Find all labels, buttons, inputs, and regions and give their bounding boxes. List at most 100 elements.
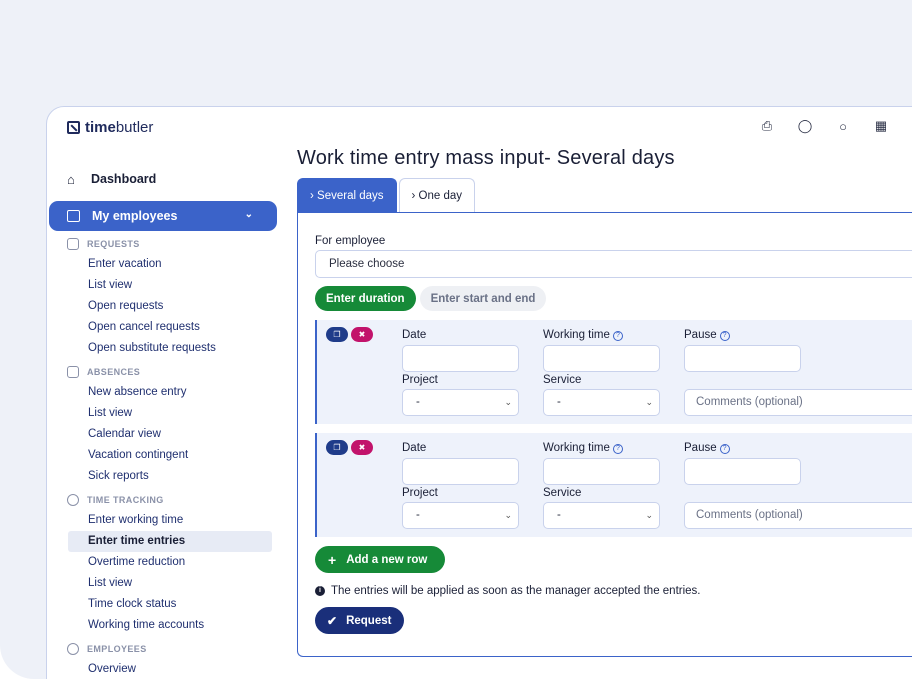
tab-several-days[interactable]: › Several days — [297, 178, 397, 212]
trash-icon[interactable]: ✖ — [351, 440, 373, 455]
project-select[interactable]: - ⌄ — [402, 502, 519, 529]
sidebar-item-working-time-accounts[interactable]: Working time accounts — [47, 615, 283, 636]
entry-row: ❐ ✖ Date Working time? Pause? Project Se… — [315, 320, 912, 424]
sidebar-item-open-substitute-requests[interactable]: Open substitute requests — [47, 338, 283, 359]
help-icon[interactable]: ? — [612, 444, 623, 454]
pause-label-text: Pause — [684, 329, 717, 341]
comments-input[interactable]: Comments (optional) — [684, 389, 912, 416]
date-label: Date — [402, 442, 427, 454]
sidebar-item-sick-reports[interactable]: Sick reports — [47, 466, 283, 487]
help-icon[interactable]: ? — [719, 444, 730, 454]
sidebar-item-overtime-reduction[interactable]: Overtime reduction — [47, 552, 283, 573]
info-text: The entries will be applied as soon as t… — [331, 585, 701, 597]
service-label: Service — [543, 374, 582, 386]
row-actions: ❐ ✖ — [326, 327, 373, 342]
sidebar-item-list-view[interactable]: List view — [47, 403, 283, 424]
info-icon: i — [315, 586, 325, 596]
logo-icon — [67, 121, 80, 134]
sidebar-item-label: Dashboard — [91, 172, 157, 186]
service-select-value: - — [557, 396, 561, 408]
employees-icon — [67, 643, 79, 655]
entry-row: ❐ ✖ Date Working time? Pause? Project Se… — [315, 433, 912, 537]
app-window: time butler ⎙ ◯ ○ ▦ ⌂ Dashboard My employ… — [46, 106, 912, 679]
add-row-button[interactable]: + Add a new row — [315, 546, 445, 573]
help-icon[interactable]: ? — [612, 331, 623, 341]
sidebar-item-calendar-view[interactable]: Calendar view — [47, 424, 283, 445]
sidebar-item-new-absence-entry[interactable]: New absence entry — [47, 382, 283, 403]
employee-select[interactable]: Please choose — [315, 250, 912, 278]
section-requests: REQUESTS — [47, 234, 283, 254]
sidebar-item-open-requests[interactable]: Open requests — [47, 296, 283, 317]
sidebar-item-list-view[interactable]: List view — [47, 573, 283, 594]
logo-text: butler — [115, 119, 154, 136]
pause-label-text: Pause — [684, 442, 717, 454]
sidebar-item-enter-time-entries[interactable]: Enter time entries — [68, 531, 272, 552]
requests-icon — [67, 238, 79, 250]
mode-toggle: Enter duration Enter start and end — [315, 286, 912, 311]
enter-start-end-button[interactable]: Enter start and end — [419, 286, 547, 311]
project-label: Project — [402, 374, 438, 386]
sidebar-item-overview[interactable]: Overview — [47, 659, 283, 679]
chevron-down-icon: ⌄ — [645, 397, 653, 407]
working-time-label-text: Working time — [543, 329, 610, 341]
comments-input[interactable]: Comments (optional) — [684, 502, 912, 529]
service-select[interactable]: - ⌄ — [543, 502, 660, 529]
service-label: Service — [543, 487, 582, 499]
trash-icon[interactable]: ✖ — [351, 327, 373, 342]
project-select-value: - — [416, 509, 420, 521]
sidebar-item-list-view[interactable]: List view — [47, 275, 283, 296]
sidebar-item-label: My employees — [92, 209, 178, 223]
home-icon: ⌂ — [67, 171, 75, 187]
printer-icon[interactable]: ⎙ — [759, 117, 775, 135]
chevron-down-icon: ⌄ — [504, 510, 512, 520]
chevron-down-icon: ⌄ — [244, 209, 253, 220]
request-label: Request — [346, 614, 392, 627]
chevron-down-icon: ⌄ — [504, 397, 512, 407]
tab-one-day[interactable]: › One day — [398, 178, 476, 212]
copy-icon[interactable]: ❐ — [326, 440, 348, 455]
project-select[interactable]: - ⌄ — [402, 389, 519, 416]
entry-form: For employee Please choose Enter duratio… — [297, 212, 912, 657]
working-time-input[interactable] — [543, 345, 660, 372]
info-note: i The entries will be applied as soon as… — [315, 585, 912, 597]
top-toolbar: ⎙ ◯ ○ ▦ — [759, 117, 889, 135]
page-title: Work time entry mass input- Several days — [297, 147, 675, 169]
pause-input[interactable] — [684, 345, 801, 372]
bug-icon[interactable]: ◯ — [797, 117, 813, 135]
pause-input[interactable] — [684, 458, 801, 485]
request-button[interactable]: ✔ Request — [315, 607, 404, 634]
sidebar-item-dashboard[interactable]: ⌂ Dashboard — [47, 157, 283, 201]
copy-icon[interactable]: ❐ — [326, 327, 348, 342]
pause-label: Pause? — [684, 329, 730, 341]
section-title: REQUESTS — [87, 239, 140, 249]
date-label: Date — [402, 329, 427, 341]
calendar-icon[interactable]: ▦ — [873, 117, 889, 135]
absences-icon — [67, 366, 79, 378]
sidebar-item-open-cancel-requests[interactable]: Open cancel requests — [47, 317, 283, 338]
logo[interactable]: time butler — [67, 119, 153, 136]
project-select-value: - — [416, 396, 420, 408]
section-title: TIME TRACKING — [87, 495, 164, 505]
service-select-value: - — [557, 509, 561, 521]
working-time-input[interactable] — [543, 458, 660, 485]
service-select[interactable]: - ⌄ — [543, 389, 660, 416]
check-icon: ✔ — [327, 613, 338, 628]
help-icon[interactable]: ? — [719, 331, 730, 341]
sidebar: ⌂ Dashboard My employees ⌄ REQUESTS Ente… — [47, 157, 283, 679]
sidebar-item-vacation-contingent[interactable]: Vacation contingent — [47, 445, 283, 466]
globe-icon[interactable]: ○ — [835, 117, 851, 135]
sidebar-item-my-employees[interactable]: My employees ⌄ — [49, 201, 277, 231]
logo-text-bold: time — [85, 119, 116, 136]
date-input[interactable] — [402, 458, 519, 485]
date-input[interactable] — [402, 345, 519, 372]
working-time-label: Working time? — [543, 329, 623, 341]
project-label: Project — [402, 487, 438, 499]
tab-bar: › Several days › One day — [297, 178, 912, 212]
working-time-label-text: Working time — [543, 442, 610, 454]
sidebar-item-time-clock-status[interactable]: Time clock status — [47, 594, 283, 615]
section-time-tracking: TIME TRACKING — [47, 490, 283, 510]
sidebar-item-enter-vacation[interactable]: Enter vacation — [47, 254, 283, 275]
sidebar-item-enter-working-time[interactable]: Enter working time — [47, 510, 283, 531]
enter-duration-button[interactable]: Enter duration — [315, 286, 416, 311]
add-row-label: Add a new row — [346, 553, 428, 566]
